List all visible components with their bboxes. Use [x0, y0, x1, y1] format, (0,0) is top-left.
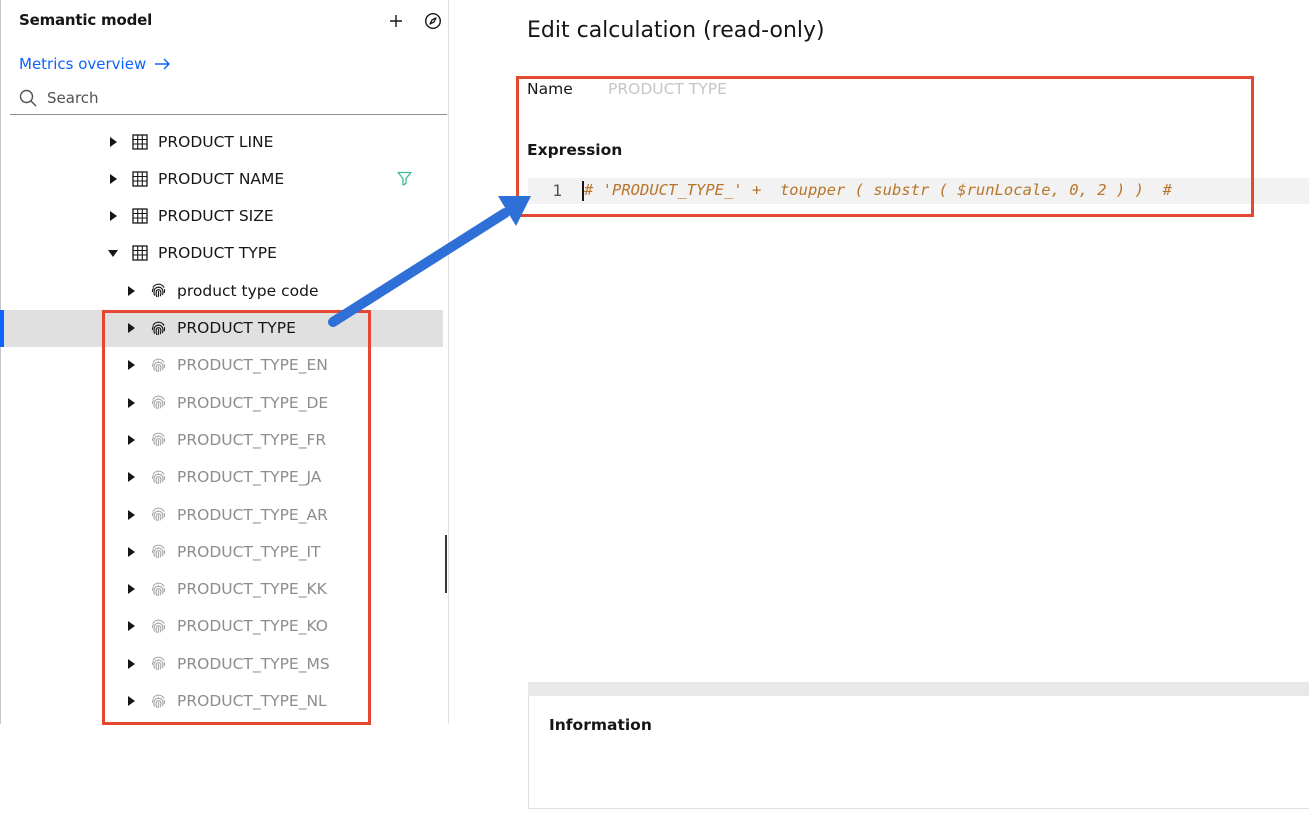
caret-right-icon[interactable] [108, 173, 118, 184]
caret-right-icon[interactable] [126, 621, 136, 632]
fingerprint-icon [149, 394, 167, 412]
tree-row[interactable]: PRODUCT LINE [0, 123, 443, 160]
caret-right-icon[interactable] [126, 323, 136, 333]
tree-row-label: PRODUCT_TYPE_EN [177, 356, 328, 375]
semantic-model-panel: Semantic model Metrics overview PRODUCT … [0, 0, 449, 724]
caret-right-icon[interactable] [126, 434, 136, 445]
caret-right-icon[interactable] [126, 285, 136, 296]
annotation-arrow-head [498, 196, 531, 226]
metrics-overview-label: Metrics overview [19, 55, 147, 73]
caret-right-icon[interactable] [108, 211, 118, 222]
tree-row-label: PRODUCT_TYPE_AR [177, 505, 328, 524]
filter-icon [397, 171, 413, 187]
expression-code[interactable]: # 'PRODUCT_TYPE_' + toupper ( substr ( $… [584, 181, 1172, 199]
fingerprint-icon [149, 431, 167, 449]
caret-right-icon[interactable] [108, 136, 118, 147]
table-icon [131, 207, 149, 225]
fingerprint-icon [149, 655, 167, 673]
fingerprint-icon [149, 692, 167, 710]
panel-divider[interactable] [528, 682, 1309, 696]
tree-row[interactable]: PRODUCT_TYPE_KK [0, 571, 443, 608]
tree-row-label: PRODUCT_TYPE_NL [177, 692, 327, 710]
tree-row-label: PRODUCT_TYPE_KO [177, 617, 328, 636]
caret-right-icon[interactable] [126, 546, 136, 557]
tree-row[interactable]: PRODUCT_TYPE_FR [0, 421, 443, 458]
expression-editor[interactable]: 1 # 'PRODUCT_TYPE_' + toupper ( substr (… [528, 178, 1309, 682]
table-icon [131, 244, 149, 262]
tree-row-label: PRODUCT_TYPE_JA [177, 468, 322, 487]
caret-right-icon[interactable] [126, 360, 136, 371]
tree-row[interactable]: PRODUCT TYPE [0, 235, 443, 272]
line-number: 1 [552, 181, 562, 200]
tree-row-label: PRODUCT_TYPE_MS [177, 654, 330, 673]
search-input[interactable] [45, 88, 429, 108]
tree-row[interactable]: PRODUCT_TYPE_DE [0, 384, 443, 421]
fingerprint-icon [149, 319, 167, 337]
tree-row-label: PRODUCT TYPE [158, 244, 277, 263]
tree-row[interactable]: PRODUCT_TYPE_NL [0, 683, 443, 720]
tree-row[interactable]: PRODUCT SIZE [0, 198, 443, 235]
tree-row[interactable]: PRODUCT_TYPE_EN [0, 347, 443, 384]
search-box [10, 82, 447, 115]
search-icon [19, 89, 37, 107]
metrics-overview-link[interactable]: Metrics overview [19, 55, 171, 73]
fingerprint-icon [149, 580, 167, 598]
expression-label: Expression [527, 141, 623, 159]
fingerprint-icon [149, 468, 167, 486]
tree-row[interactable]: product type code [0, 272, 443, 309]
panel-title: Semantic model [19, 11, 153, 29]
tree-row[interactable]: PRODUCT NAME [0, 160, 443, 197]
table-icon [131, 133, 149, 151]
fingerprint-icon [149, 356, 167, 374]
tree-row-label: PRODUCT LINE [158, 132, 274, 151]
tree-row[interactable]: PRODUCT_TYPE_KO [0, 608, 443, 645]
caret-right-icon[interactable] [126, 509, 136, 520]
name-value: PRODUCT TYPE [608, 80, 727, 98]
plus-icon[interactable] [385, 10, 407, 32]
tree-row-label: PRODUCT_TYPE_FR [177, 430, 327, 449]
caret-down-icon[interactable] [108, 248, 118, 258]
page-title: Edit calculation (read-only) [527, 18, 825, 43]
tree-row[interactable]: PRODUCT_TYPE_AR [0, 496, 443, 533]
caret-right-icon[interactable] [126, 397, 136, 408]
tree-row[interactable]: PRODUCT TYPE [0, 309, 443, 347]
caret-right-icon[interactable] [126, 584, 136, 595]
tree-row-label: PRODUCT_TYPE_IT [177, 542, 321, 561]
tree-row-label: PRODUCT_TYPE_KK [177, 580, 327, 599]
caret-right-icon[interactable] [126, 472, 136, 483]
information-title: Information [549, 716, 652, 734]
tree-row-label: PRODUCT_TYPE_DE [177, 393, 329, 412]
information-panel: Information [528, 696, 1309, 809]
tree-row-label: PRODUCT NAME [158, 169, 285, 188]
name-label: Name [527, 80, 573, 98]
compass-icon[interactable] [422, 10, 444, 32]
tree-row[interactable]: PRODUCT_TYPE_MS [0, 645, 443, 682]
fingerprint-icon [149, 282, 167, 300]
tree-row-label: PRODUCT TYPE [177, 319, 296, 337]
tree-row-label: PRODUCT SIZE [158, 207, 274, 226]
tree-row[interactable]: PRODUCT_TYPE_IT [0, 533, 443, 570]
tree-row[interactable]: PRODUCT_TYPE_JA [0, 459, 443, 496]
caret-right-icon[interactable] [126, 658, 136, 669]
table-icon [131, 170, 149, 188]
arrow-right-icon [154, 57, 171, 71]
fingerprint-icon [149, 506, 167, 524]
caret-right-icon[interactable] [126, 696, 136, 706]
scrollbar-thumb[interactable] [445, 535, 447, 593]
fingerprint-icon [149, 617, 167, 635]
fingerprint-icon [149, 543, 167, 561]
tree-row-label: product type code [177, 281, 319, 300]
